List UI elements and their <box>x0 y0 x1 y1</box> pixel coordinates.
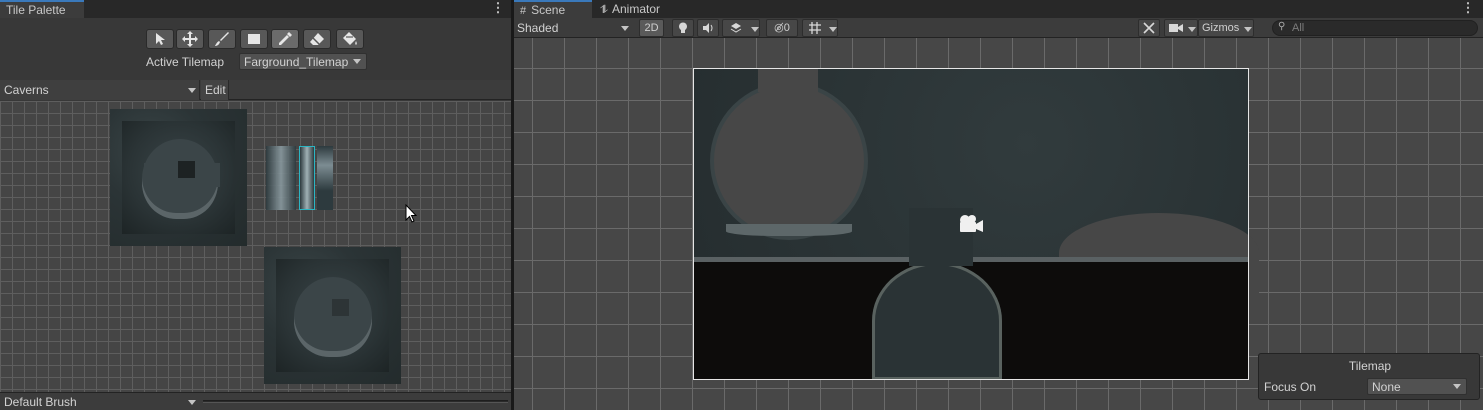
focus-on-label: Focus On <box>1264 380 1317 394</box>
focus-on-value: None <box>1372 380 1401 394</box>
glow-tile-1[interactable] <box>266 146 296 210</box>
cavern-tile-large[interactable] <box>110 109 247 246</box>
shading-mode-dropdown[interactable]: Shaded <box>514 19 632 37</box>
tools-toggle[interactable] <box>1138 19 1160 37</box>
focus-on-dropdown[interactable]: None <box>1367 378 1467 395</box>
scene-panel: # Scene ⥮ Animator ⋮ Shaded 2D ◎̸0 Gizmos <box>514 0 1483 410</box>
search-icon: ⚲ <box>1278 21 1286 32</box>
gizmos-label: Gizmos <box>1202 22 1240 34</box>
brush-slider-track[interactable] <box>203 400 508 403</box>
scene-visibility-toggle[interactable]: ◎̸0 <box>766 19 798 37</box>
chevron-down-icon <box>1453 384 1461 389</box>
palette-value: Caverns <box>4 83 49 97</box>
layers-icon <box>730 23 742 33</box>
panel-menu-icon[interactable]: ⋮ <box>491 0 505 18</box>
tilemap-overlay: Tilemap Focus On None <box>1258 353 1480 400</box>
rectangle-icon <box>248 34 260 44</box>
select-tool-button[interactable] <box>146 29 174 49</box>
scene-grid-icon: # <box>520 5 527 17</box>
glow-tile-3[interactable] <box>317 146 333 210</box>
eraser-icon <box>310 33 324 45</box>
palette-dropdown[interactable]: Caverns <box>0 80 200 100</box>
camera-settings[interactable] <box>1164 19 1198 37</box>
lighting-toggle[interactable] <box>672 19 694 37</box>
active-tilemap-value: Farground_Tilemap <box>244 55 349 69</box>
edit-palette-button[interactable]: Edit <box>201 80 229 100</box>
chevron-down-icon <box>188 400 196 405</box>
chevron-down-icon <box>353 59 361 64</box>
move-arrows-icon <box>182 31 198 47</box>
tab-scene[interactable]: # Scene <box>514 0 592 18</box>
chevron-down-icon <box>188 88 196 93</box>
paint-tool-button[interactable] <box>208 29 236 49</box>
grid-icon <box>809 22 821 34</box>
cavern-tile-lower[interactable] <box>264 247 401 384</box>
wrench-icon <box>1143 22 1155 34</box>
glow-tile-2[interactable] <box>299 146 315 210</box>
tile-palette-panel: Tile Palette ⋮ Active Tilemap Farground_… <box>0 0 511 410</box>
audio-toggle[interactable] <box>697 19 719 37</box>
mouse-cursor-icon <box>405 204 418 223</box>
effects-toggle[interactable] <box>722 19 760 37</box>
eyedropper-icon <box>279 32 292 45</box>
active-tilemap-dropdown[interactable]: Farground_Tilemap <box>239 53 367 70</box>
grid-snapping-toggle[interactable] <box>802 19 838 37</box>
brush-value: Default Brush <box>4 395 77 409</box>
camera-gizmo-icon[interactable] <box>957 214 985 234</box>
tab-tile-palette[interactable]: Tile Palette <box>0 0 84 18</box>
box-fill-tool-button[interactable] <box>240 29 268 49</box>
chevron-down-icon <box>621 26 629 31</box>
chevron-down-icon <box>1244 27 1252 32</box>
animator-icon: ⥮ <box>600 4 608 16</box>
tile-palette-tabbar: Tile Palette ⋮ <box>0 0 511 18</box>
hidden-count: 0 <box>783 22 790 34</box>
camera-icon <box>1169 24 1183 32</box>
panel-menu-icon[interactable]: ⋮ <box>1461 0 1475 18</box>
paint-bucket-icon <box>343 32 357 45</box>
scene-tabbar: # Scene ⥮ Animator ⋮ <box>514 0 1483 18</box>
hidden-eye-icon: ◎̸ <box>774 22 784 34</box>
lightbulb-icon <box>679 22 687 33</box>
active-tilemap-label: Active Tilemap <box>146 55 225 69</box>
palette-grid[interactable] <box>0 101 511 392</box>
brush-icon <box>215 32 229 46</box>
chevron-down-icon <box>1188 27 1196 32</box>
move-tool-button[interactable] <box>176 29 204 49</box>
erase-tool-button[interactable] <box>303 29 331 49</box>
speaker-icon <box>703 23 713 33</box>
picker-tool-button[interactable] <box>271 29 299 49</box>
search-placeholder: All <box>1292 22 1305 34</box>
scene-search-input[interactable]: ⚲ All <box>1272 20 1478 36</box>
overlay-title: Tilemap <box>1348 359 1392 373</box>
2d-mode-button[interactable]: 2D <box>639 19 664 37</box>
arrow-cursor-icon <box>156 33 165 45</box>
edit-label: Edit <box>205 83 226 97</box>
fill-tool-button[interactable] <box>336 29 364 49</box>
chevron-down-icon <box>829 27 837 32</box>
tab-animator[interactable]: ⥮ Animator <box>594 0 668 18</box>
gizmos-dropdown[interactable]: Gizmos <box>1198 19 1254 37</box>
shading-mode-value: Shaded <box>517 21 559 35</box>
chevron-down-icon <box>751 27 759 32</box>
scene-viewport[interactable]: Tilemap Focus On None <box>514 38 1483 410</box>
brush-dropdown[interactable]: Default Brush <box>0 393 200 410</box>
